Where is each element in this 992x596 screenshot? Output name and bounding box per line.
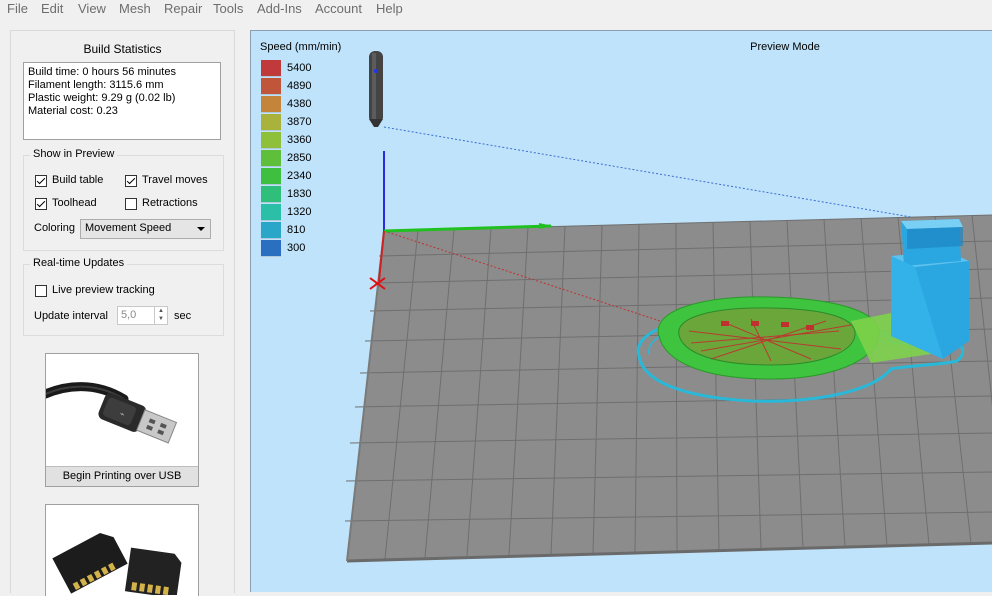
legend-swatch — [261, 78, 281, 95]
live-preview-tracking-checkbox[interactable] — [35, 285, 47, 297]
legend-swatch — [261, 240, 281, 257]
travel-moves-label: Travel moves — [142, 174, 208, 186]
spinner-arrows-icon[interactable]: ▲ ▼ — [154, 307, 167, 324]
print-preview-scene — [344, 51, 992, 563]
begin-printing-usb-button[interactable]: ⌁ Begin Printing over USB — [45, 353, 199, 487]
stat-build-time: Build time: 0 hours 56 minutes — [28, 66, 176, 78]
menu-tools[interactable]: Tools — [213, 1, 243, 16]
legend-value: 4890 — [287, 80, 312, 92]
menu-repair[interactable]: Repair — [164, 1, 202, 16]
show-in-preview-group: Show in Preview Build table Travel moves… — [23, 148, 224, 251]
update-interval-spinner[interactable]: 5,0 ▲ ▼ — [117, 306, 168, 325]
legend-value: 300 — [287, 242, 306, 254]
preview-3d-viewport[interactable]: Speed (mm/min) 5400 4890 4380 3870 3360 2850 2… — [250, 30, 992, 592]
printed-block-part — [891, 219, 969, 359]
coloring-select-value: Movement Speed — [85, 222, 172, 234]
stat-filament-length: Filament length: 3115.6 mm — [28, 79, 164, 91]
build-statistics-box: Build time: 0 hours 56 minutes Filament … — [23, 62, 221, 140]
usb-cable-image: ⌁ — [46, 382, 178, 444]
build-table-checkbox[interactable] — [35, 175, 47, 187]
toolhead-nozzle — [369, 51, 383, 127]
menu-mesh[interactable]: Mesh — [119, 1, 151, 16]
preview-side-panel: Build Statistics Build time: 0 hours 56 … — [10, 30, 235, 596]
travel-move-line — [383, 126, 912, 218]
stat-material-cost: Material cost: 0.23 — [28, 105, 118, 117]
begin-printing-usb-label: Begin Printing over USB — [46, 466, 198, 486]
toolhead-checkbox[interactable] — [35, 198, 47, 210]
update-interval-unit: sec — [174, 310, 192, 322]
show-in-preview-title: Show in Preview — [30, 148, 118, 160]
legend-value: 5400 — [287, 62, 312, 74]
menu-help[interactable]: Help — [376, 1, 403, 16]
coloring-select[interactable]: Movement Speed — [80, 219, 211, 239]
retractions-label: Retractions — [142, 197, 198, 209]
legend-swatch — [261, 186, 281, 203]
coloring-label: Coloring — [34, 222, 75, 234]
legend-value: 3870 — [287, 116, 312, 128]
legend-value: 2340 — [287, 170, 312, 182]
legend-swatch — [261, 168, 281, 185]
update-interval-label: Update interval — [34, 310, 108, 322]
menu-file[interactable]: File — [7, 1, 28, 16]
legend-swatch — [261, 60, 281, 77]
sd-card-button[interactable] — [45, 504, 199, 596]
legend-swatch — [261, 96, 281, 113]
travel-moves-checkbox[interactable] — [125, 175, 137, 187]
build-statistics-title: Build Statistics — [83, 42, 162, 56]
legend-swatch — [261, 222, 281, 239]
chevron-down-icon — [197, 227, 205, 231]
sd-card-image — [52, 533, 182, 596]
legend-swatch — [261, 204, 281, 221]
legend-swatch — [261, 114, 281, 131]
legend-value: 1830 — [287, 188, 312, 200]
legend-value: 2850 — [287, 152, 312, 164]
realtime-updates-group: Real-time Updates Live preview tracking … — [23, 257, 224, 336]
legend-swatch — [261, 150, 281, 167]
update-interval-value: 5,0 — [121, 309, 137, 321]
legend-value: 3360 — [287, 134, 312, 146]
menu-view[interactable]: View — [78, 1, 106, 16]
retractions-checkbox[interactable] — [125, 198, 137, 210]
realtime-updates-title: Real-time Updates — [30, 257, 128, 269]
legend-value: 1320 — [287, 206, 312, 218]
build-table-label: Build table — [52, 174, 104, 186]
menu-bar: File Edit View Mesh Repair Tools Add-Ins… — [0, 0, 992, 19]
legend-value: 810 — [287, 224, 306, 236]
preview-mode-label: Preview Mode — [750, 41, 820, 53]
menu-edit[interactable]: Edit — [41, 1, 63, 16]
live-preview-tracking-label: Live preview tracking — [52, 284, 155, 296]
legend-swatch — [261, 132, 281, 149]
stat-plastic-weight: Plastic weight: 9.29 g (0.02 lb) — [28, 92, 176, 104]
menu-add-ins[interactable]: Add-Ins — [257, 1, 302, 16]
toolhead-label: Toolhead — [52, 197, 97, 209]
menu-account[interactable]: Account — [315, 1, 362, 16]
legend-value: 4380 — [287, 98, 312, 110]
